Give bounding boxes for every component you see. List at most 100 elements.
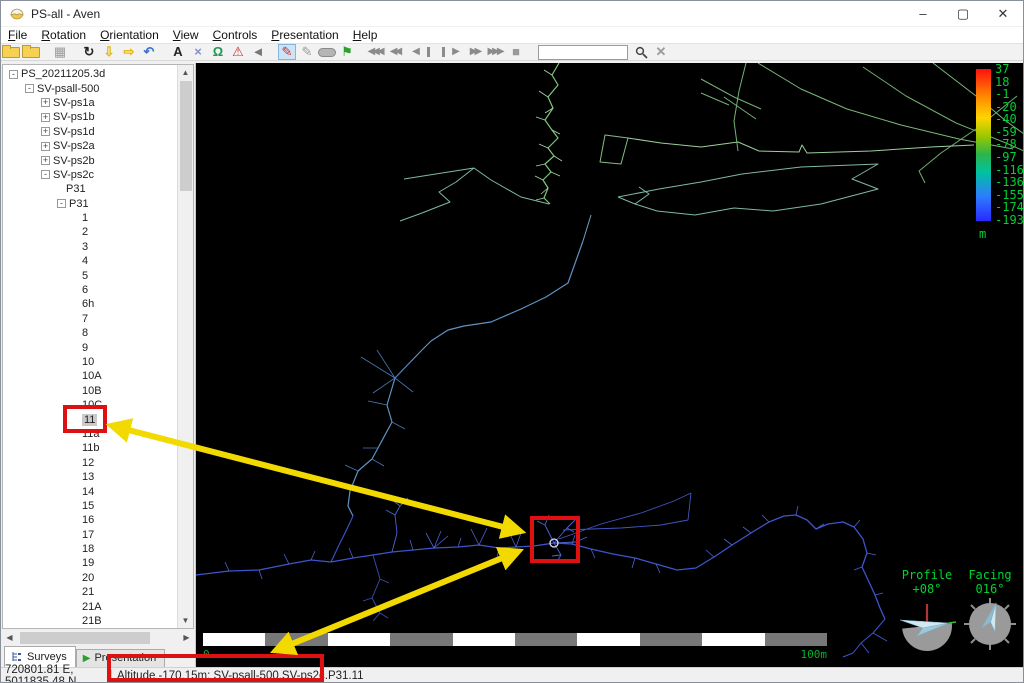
reverse-icon[interactable]: ◀◀ xyxy=(387,44,405,60)
tubes-icon[interactable] xyxy=(318,48,336,57)
menu-item[interactable]: File xyxy=(1,28,34,42)
tree-item[interactable]: SV-ps2c xyxy=(3,168,177,182)
exported-points-icon[interactable]: ◄ xyxy=(249,44,267,60)
tree-item[interactable]: 7 xyxy=(3,312,177,326)
tree-item[interactable]: 10B xyxy=(3,384,177,398)
tree-expander-icon[interactable] xyxy=(41,113,50,122)
tree-horizontal-scrollbar[interactable]: ◀ ▶ xyxy=(2,630,194,646)
tree-item[interactable]: 21B xyxy=(3,614,177,628)
tree-item[interactable]: 2 xyxy=(3,225,177,239)
close-button[interactable]: ✕ xyxy=(983,1,1023,26)
station-names-icon[interactable]: A xyxy=(169,44,187,60)
forward-icon[interactable]: ▶▶ xyxy=(467,44,485,60)
menu-item[interactable]: View xyxy=(166,28,206,42)
maximize-button[interactable]: ▢ xyxy=(943,1,983,26)
depth-scale-tick: -97 xyxy=(995,151,1024,163)
tree-item[interactable]: 6 xyxy=(3,283,177,297)
tree-item[interactable]: P31 xyxy=(3,182,177,196)
tree-item[interactable]: SV-ps2a xyxy=(3,139,177,153)
tree-item[interactable]: 1 xyxy=(3,211,177,225)
surface-legs-icon[interactable]: ✎ xyxy=(298,44,316,60)
tree-item[interactable]: 19 xyxy=(3,556,177,570)
cave-view-canvas[interactable]: 37 18 -1 -20 -40 -59 -78 -97 -116 xyxy=(196,63,1024,667)
tree-item[interactable]: PS_20211205.3d xyxy=(3,67,177,81)
crosses-icon[interactable]: × xyxy=(189,44,207,60)
tree-item[interactable]: 9 xyxy=(3,340,177,354)
open-file-icon[interactable] xyxy=(2,47,20,58)
tree-item[interactable]: 20 xyxy=(3,571,177,585)
tree-item[interactable]: 13 xyxy=(3,470,177,484)
tree-item[interactable]: 11 xyxy=(3,412,177,426)
tree-item[interactable]: SV-ps2b xyxy=(3,153,177,167)
elevation-view-icon[interactable]: ⇨ xyxy=(120,44,138,60)
horizontal-scroll-thumb[interactable] xyxy=(20,632,150,644)
scroll-right-icon[interactable]: ▶ xyxy=(179,630,194,646)
minimize-button[interactable]: – xyxy=(903,1,943,26)
tree-expander-icon[interactable] xyxy=(57,199,66,208)
tree-vertical-scrollbar[interactable]: ▲ ▼ xyxy=(177,65,193,628)
tree-expander-icon[interactable] xyxy=(41,156,50,165)
plan-view-icon[interactable]: ⇩ xyxy=(100,44,118,60)
clino-dial[interactable] xyxy=(896,596,958,652)
vertical-scroll-thumb[interactable] xyxy=(180,81,192,191)
tree-item[interactable]: P31 xyxy=(3,197,177,211)
scale-bar-segment xyxy=(515,633,577,646)
tree-item[interactable]: 16 xyxy=(3,513,177,527)
open-terrain-icon[interactable] xyxy=(22,47,40,58)
forward-fast-icon[interactable]: ▶▶▶ xyxy=(487,44,505,60)
scroll-down-icon[interactable]: ▼ xyxy=(178,613,193,628)
tree-item[interactable]: 18 xyxy=(3,542,177,556)
tree-item[interactable]: 5 xyxy=(3,268,177,282)
title-bar: PS-all - Aven – ▢ ✕ xyxy=(1,1,1023,27)
step-back-icon[interactable]: ◀ xyxy=(407,44,425,60)
menu-item[interactable]: Orientation xyxy=(93,28,166,42)
compass-dial[interactable] xyxy=(961,596,1019,652)
tree-expander-icon[interactable] xyxy=(41,127,50,136)
tree-item[interactable]: 11a xyxy=(3,427,177,441)
tree-item[interactable]: SV-ps1d xyxy=(3,125,177,139)
menu-item[interactable]: Rotation xyxy=(34,28,93,42)
search-icon[interactable] xyxy=(632,44,650,60)
reverse-fast-icon[interactable]: ◀◀◀ xyxy=(367,44,385,60)
tree-expander-icon[interactable] xyxy=(25,84,34,93)
underground-legs-icon[interactable]: ✎ xyxy=(278,44,296,60)
tree-item[interactable]: SV-ps1b xyxy=(3,110,177,124)
tree-item[interactable]: 11b xyxy=(3,441,177,455)
tree-expander-icon[interactable] xyxy=(9,70,18,79)
tree-item[interactable]: 21 xyxy=(3,585,177,599)
tree-item[interactable]: 8 xyxy=(3,326,177,340)
tree-item[interactable]: 3 xyxy=(3,240,177,254)
rotation-icon[interactable]: ↻ xyxy=(80,44,98,60)
menu-item[interactable]: Help xyxy=(346,28,385,42)
tree-expander-icon[interactable] xyxy=(41,98,50,107)
tree-item[interactable]: 10A xyxy=(3,369,177,383)
tree-item[interactable]: SV-psall-500 xyxy=(3,81,177,95)
search-input[interactable] xyxy=(538,45,628,60)
scroll-up-icon[interactable]: ▲ xyxy=(178,65,193,80)
tree-item[interactable]: 6h xyxy=(3,297,177,311)
menu-item[interactable]: Presentation xyxy=(264,28,345,42)
tree-item[interactable]: 4 xyxy=(3,254,177,268)
tree-item[interactable]: 17 xyxy=(3,528,177,542)
depth-color-scale xyxy=(976,69,991,221)
tree-item[interactable]: 10C xyxy=(3,398,177,412)
pause-icon[interactable] xyxy=(427,47,445,57)
tree-expander-icon[interactable] xyxy=(41,170,50,179)
entrances-icon[interactable]: Ω xyxy=(209,44,227,60)
restore-view-icon[interactable]: ↶ xyxy=(140,44,158,60)
scroll-left-icon[interactable]: ◀ xyxy=(2,630,17,646)
tree-item[interactable]: SV-ps1a xyxy=(3,96,177,110)
stop-icon[interactable]: ■ xyxy=(507,44,525,60)
search-clear-icon[interactable]: ✕ xyxy=(652,44,670,60)
tree-item[interactable]: 21A xyxy=(3,599,177,613)
menu-item[interactable]: Controls xyxy=(206,28,265,42)
tree-expander-icon[interactable] xyxy=(41,142,50,151)
fixed-points-icon[interactable]: ⚠ xyxy=(229,44,247,60)
tree-item[interactable]: 14 xyxy=(3,484,177,498)
terrain-icon[interactable]: ⚑ xyxy=(338,44,356,60)
tree-item[interactable]: 12 xyxy=(3,456,177,470)
tree-item[interactable]: 10 xyxy=(3,355,177,369)
print-icon[interactable]: ▦ xyxy=(51,44,69,60)
play-icon[interactable]: ▶ xyxy=(447,44,465,60)
tree-item[interactable]: 15 xyxy=(3,499,177,513)
